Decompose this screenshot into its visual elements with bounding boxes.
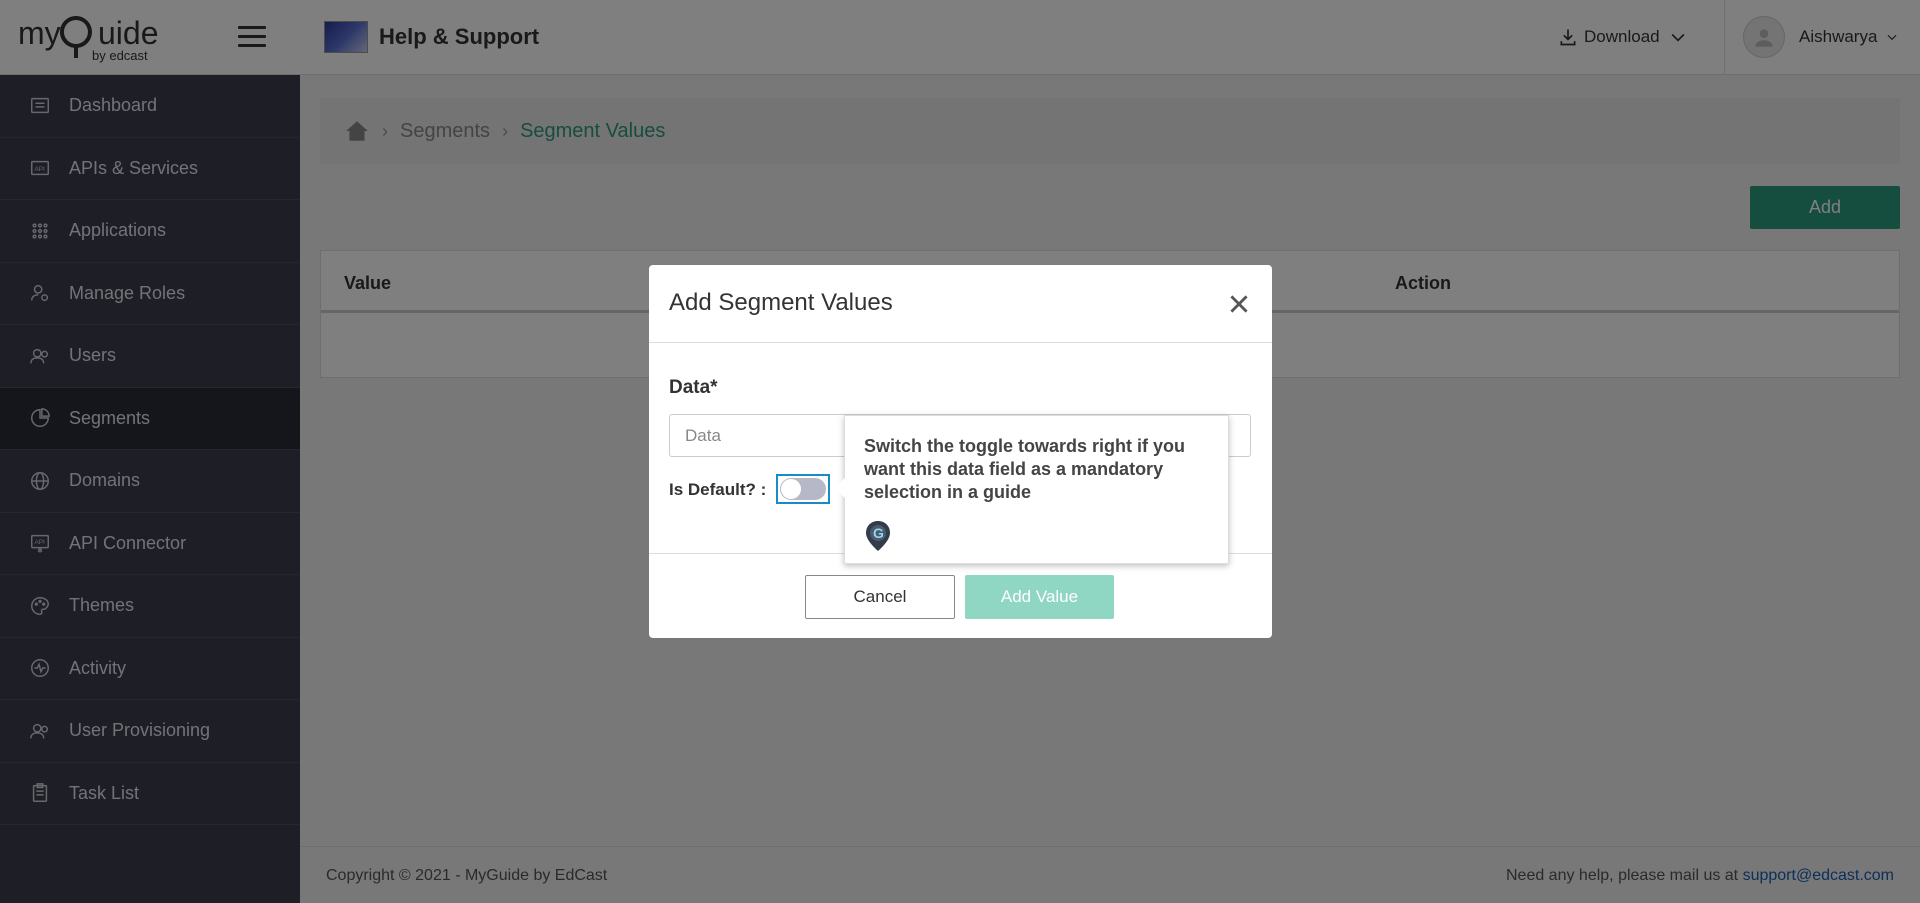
- guide-tooltip: Switch the toggle towards right if you w…: [834, 415, 1229, 564]
- myguide-pin-icon[interactable]: G: [865, 520, 891, 552]
- svg-text:G: G: [873, 525, 884, 541]
- add-value-button[interactable]: Add Value: [965, 575, 1114, 619]
- data-field-label: Data*: [669, 377, 718, 398]
- modal-footer: Cancel Add Value: [649, 553, 1272, 638]
- close-icon[interactable]: [1226, 291, 1252, 317]
- toggle-knob: [781, 479, 801, 499]
- tooltip-text: Switch the toggle towards right if you w…: [864, 436, 1186, 502]
- toggle-track: [780, 478, 826, 500]
- is-default-label: Is Default? :: [669, 480, 767, 499]
- modal-header: Add Segment Values: [649, 265, 1272, 343]
- cancel-button[interactable]: Cancel: [805, 575, 955, 619]
- is-default-toggle[interactable]: [776, 474, 830, 504]
- modal-title: Add Segment Values: [669, 289, 893, 316]
